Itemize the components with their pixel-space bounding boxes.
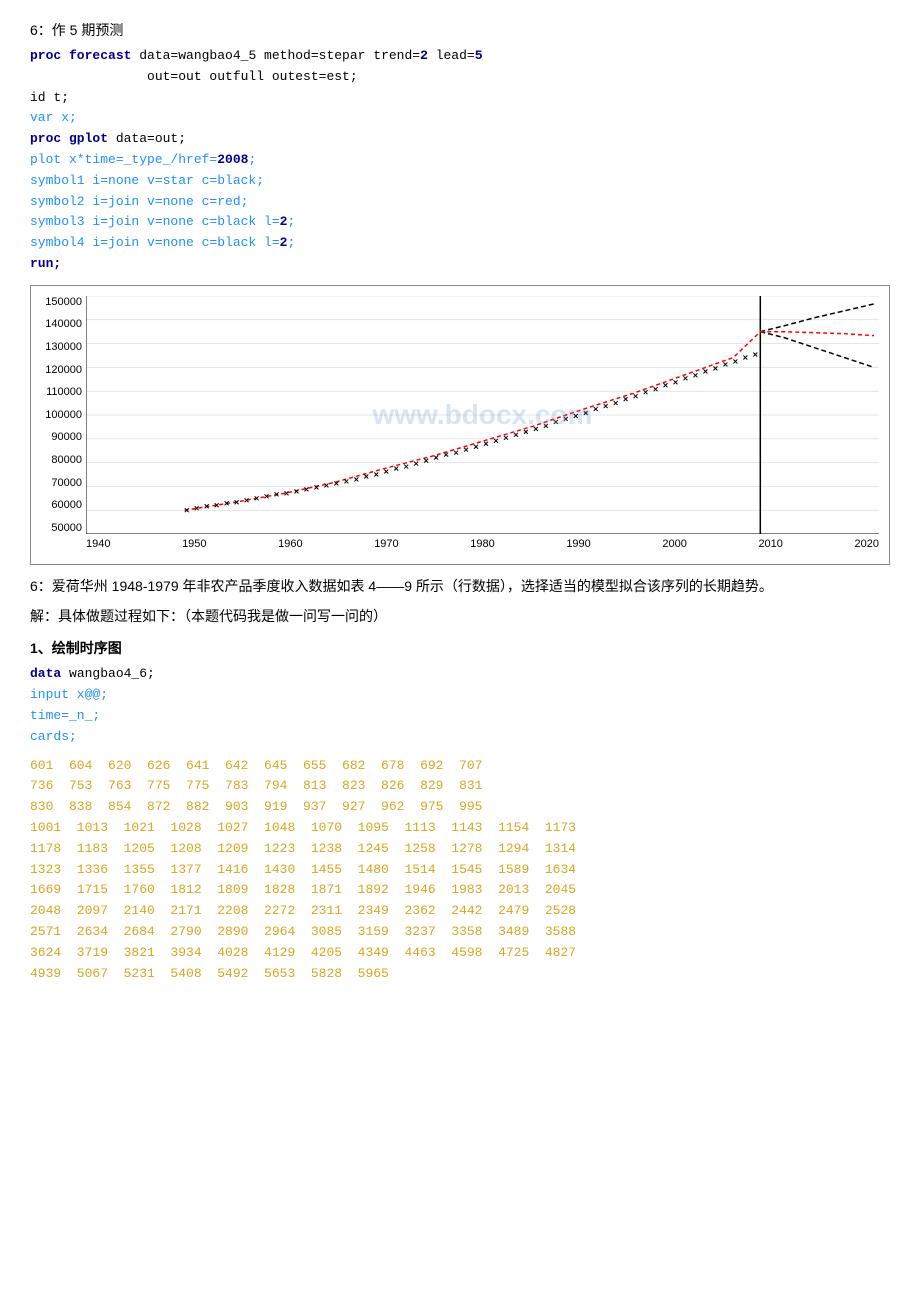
code-line-8: symbol2 i=join v=none c=red; <box>30 192 890 213</box>
code-line-2: out=out outfull outest=est; <box>30 67 890 88</box>
code-line-time: time=_n_; <box>30 706 890 727</box>
data-row-3: 830 838 854 872 882 903 919 937 927 962 … <box>30 797 890 818</box>
solution-intro: 解：具体做题过程如下：（本题代码我是做一问写一问的） <box>30 605 890 629</box>
chart-drawing-area: www.bdocx.com <box>86 296 879 534</box>
data-values: 601 604 620 626 641 642 645 655 682 678 … <box>30 756 890 985</box>
code-line-3: id t; <box>30 88 890 109</box>
code-line-data: data wangbao4_6; <box>30 664 890 685</box>
chart-svg <box>86 296 879 534</box>
data-row-2: 736 753 763 775 775 783 794 813 823 826 … <box>30 776 890 797</box>
data-row-1: 601 604 620 626 641 642 645 655 682 678 … <box>30 756 890 777</box>
data-row-11: 4939 5067 5231 5408 5492 5653 5828 5965 <box>30 964 890 985</box>
data-row-5: 1178 1183 1205 1208 1209 1223 1238 1245 … <box>30 839 890 860</box>
code-line-10: symbol4 i=join v=none c=black l=2; <box>30 233 890 254</box>
data-row-7: 1669 1715 1760 1812 1809 1828 1871 1892 … <box>30 880 890 901</box>
data-row-8: 2048 2097 2140 2171 2208 2272 2311 2349 … <box>30 901 890 922</box>
data-row-4: 1001 1013 1021 1028 1027 1048 1070 1095 … <box>30 818 890 839</box>
subsection1-title: 1、绘制时序图 <box>30 638 890 658</box>
code-block-1: proc forecast data=wangbao4_5 method=ste… <box>30 46 890 275</box>
code-line-7: symbol1 i=none v=star c=black; <box>30 171 890 192</box>
code-line-1: proc forecast data=wangbao4_5 method=ste… <box>30 46 890 67</box>
code-line-5: proc gplot data=out; <box>30 129 890 150</box>
x-axis-labels: 1940 1950 1960 1970 1980 1990 2000 2010 … <box>86 534 879 564</box>
section6b-title: 6：爱荷华州 1948-1979 年非农产品季度收入数据如表 4——9 所示（行… <box>30 575 890 599</box>
code-block-2: data wangbao4_6; input x@@; time=_n_; ca… <box>30 664 890 747</box>
code-line-cards: cards; <box>30 727 890 748</box>
data-row-10: 3624 3719 3821 3934 4028 4129 4205 4349 … <box>30 943 890 964</box>
y-axis-labels: 150000 140000 130000 120000 110000 10000… <box>31 296 86 534</box>
code-line-input: input x@@; <box>30 685 890 706</box>
code-line-6: plot x*time=_type_/href=2008; <box>30 150 890 171</box>
code-line-4: var x; <box>30 108 890 129</box>
code-line-9: symbol3 i=join v=none c=black l=2; <box>30 212 890 233</box>
forecast-chart: 150000 140000 130000 120000 110000 10000… <box>30 285 890 565</box>
code-line-11: run; <box>30 254 890 275</box>
section6-title: 6：作 5 期预测 <box>30 20 890 40</box>
data-row-6: 1323 1336 1355 1377 1416 1430 1455 1480 … <box>30 860 890 881</box>
data-row-9: 2571 2634 2684 2790 2890 2964 3085 3159 … <box>30 922 890 943</box>
